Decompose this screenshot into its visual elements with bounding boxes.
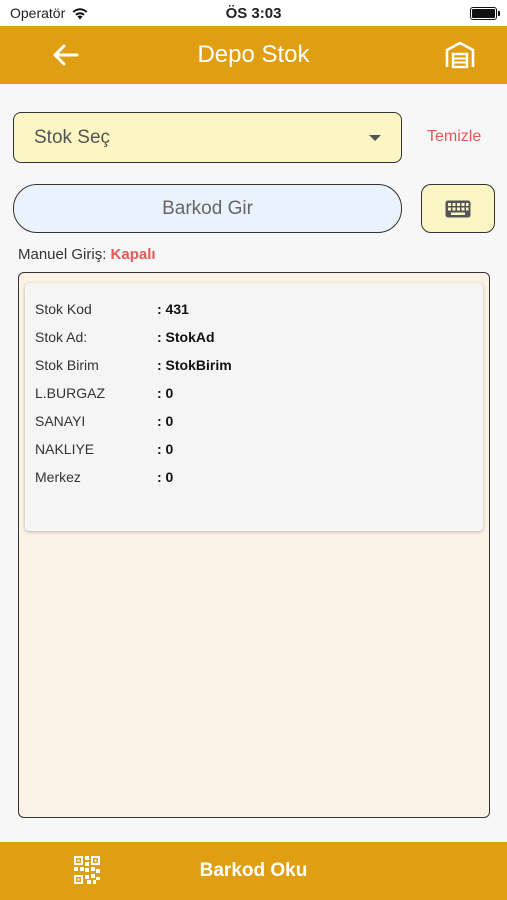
stock-detail-row: Stok Birim : StokBirim — [25, 351, 483, 379]
status-bar: Operatör ÖS 3:03 — [0, 0, 507, 26]
qr-code-icon — [74, 856, 100, 884]
stock-detail-label: L.BURGAZ — [35, 385, 106, 401]
app-header: Depo Stok — [0, 26, 507, 84]
stock-detail-value: : 0 — [157, 413, 174, 429]
stock-detail-row: L.BURGAZ : 0 — [25, 379, 483, 407]
manual-entry-label: Manuel Giriş: — [18, 246, 107, 263]
stock-detail-value: : StokBirim — [157, 357, 232, 373]
stock-detail-row: Stok Kod : 431 — [25, 295, 483, 323]
scan-barcode-label: Barkod Oku — [199, 860, 308, 881]
keyboard-toggle-button[interactable] — [421, 184, 495, 233]
stock-detail-value: : 0 — [157, 469, 174, 485]
manual-entry-value: Kapalı — [110, 246, 156, 263]
carrier-label: Operatör — [10, 5, 66, 21]
battery-icon — [470, 6, 500, 20]
keyboard-icon — [445, 200, 471, 217]
stock-select-placeholder: Stok Seç — [34, 126, 111, 148]
manual-entry-status: Manuel Giriş: Kapalı — [18, 246, 156, 263]
stock-details-card: Stok Kod : 431 Stok Ad: : StokAd Stok Birim:… — [25, 283, 483, 531]
stock-detail-value: : StokAd — [157, 329, 215, 345]
wifi-icon — [72, 7, 88, 19]
stock-detail-value: : 0 — [157, 441, 174, 457]
stock-detail-value: : 0 — [157, 385, 174, 401]
stock-detail-label: Merkez — [35, 469, 81, 485]
stock-detail-row: Stok Ad: : StokAd — [25, 323, 483, 351]
warehouse-button[interactable] — [443, 38, 477, 72]
barcode-input[interactable] — [13, 184, 402, 233]
stock-detail-label: Stok Birim — [35, 357, 99, 373]
status-left: Operatör — [10, 5, 89, 21]
chevron-down-icon — [369, 134, 381, 141]
stock-detail-label: SANAYI — [35, 413, 86, 429]
stock-select-dropdown[interactable]: Stok Seç — [13, 112, 402, 163]
stock-detail-row: Merkez : 0 — [25, 463, 483, 491]
stock-detail-label: Stok Ad: — [35, 329, 88, 345]
stock-detail-row: NAKLIYE : 0 — [25, 435, 483, 463]
back-button[interactable] — [48, 38, 82, 72]
scan-barcode-button[interactable]: Barkod Oku — [0, 842, 507, 900]
stock-detail-row: SANAYI : 0 — [25, 407, 483, 435]
stock-detail-value: : 431 — [157, 301, 189, 317]
warehouse-icon — [445, 41, 475, 69]
stock-detail-label: NAKLIYE — [35, 441, 95, 457]
arrow-left-icon — [53, 44, 79, 66]
stock-detail-label: Stok Kod — [35, 301, 92, 317]
clear-button[interactable]: Temizle — [427, 128, 481, 146]
stock-results-panel: Stok Kod : 431 Stok Ad: : StokAd Stok Birim:… — [18, 272, 490, 818]
